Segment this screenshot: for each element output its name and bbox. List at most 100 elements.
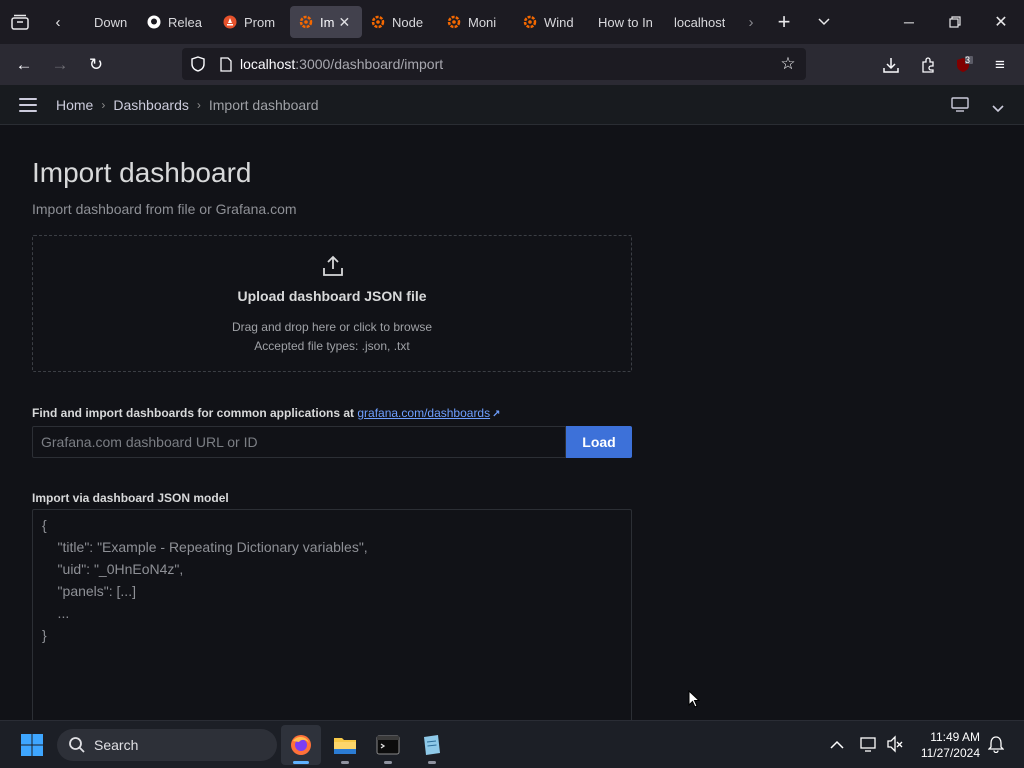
tab-list-icon[interactable] [0, 0, 40, 44]
running-indicator [384, 761, 392, 764]
grafana-icon [298, 14, 314, 30]
app-menu-icon[interactable]: ≡ [982, 49, 1018, 81]
page-title: Import dashboard [32, 157, 252, 188]
restore-icon[interactable] [932, 0, 978, 44]
windows-taskbar: Search 11:49 AM 11/27/2024 [0, 720, 1024, 768]
forward-icon[interactable]: → [42, 49, 78, 81]
grafana-icon [522, 14, 538, 30]
browser-tab[interactable]: Relea [138, 6, 214, 38]
grafana-dashboards-link[interactable]: grafana.com/dashboards [357, 406, 490, 420]
taskbar-search[interactable]: Search [57, 729, 277, 761]
json-model-textarea[interactable]: { "title": "Example - Repeating Dictiona… [32, 509, 632, 720]
page-subtitle: Import dashboard from file or Grafana.co… [32, 201, 297, 217]
chevron-down-icon[interactable] [992, 100, 1004, 118]
bookmark-star-icon[interactable]: ☆ [774, 54, 802, 74]
external-link-icon: ↗ [492, 409, 501, 420]
network-icon[interactable] [860, 735, 878, 758]
search-icon [69, 737, 85, 753]
import-dashboard-page: Import dashboard Import dashboard from f… [0, 125, 1024, 720]
browser-tab[interactable]: Im ✕ [290, 6, 362, 38]
running-indicator [428, 761, 436, 764]
breadcrumb-dashboards[interactable]: Dashboards [113, 97, 189, 113]
grafana-icon [370, 14, 386, 30]
find-dashboards-label: Find and import dashboards for common ap… [32, 406, 501, 420]
browser-tab[interactable]: Moni [438, 6, 514, 38]
load-button[interactable]: Load [566, 426, 632, 458]
notepad-taskbar-icon[interactable] [412, 725, 452, 765]
url-host: localhost [240, 56, 296, 72]
notifications-bell-icon[interactable] [987, 735, 1005, 758]
json-line: "title": "Example - Repeating Dictionary… [42, 539, 368, 555]
breadcrumb: Home › Dashboards › Import dashboard [56, 97, 319, 113]
browser-tab-title: localhost [674, 14, 726, 30]
back-icon[interactable]: ← [6, 49, 42, 81]
terminal-taskbar-icon[interactable] [368, 725, 408, 765]
reload-icon[interactable]: ↻ [78, 49, 114, 81]
browser-nav-bar: ← → ↻ localhost:3000/dashboard/import ☆ … [0, 44, 1024, 85]
volume-muted-icon[interactable] [886, 735, 904, 758]
close-window-icon[interactable]: ✕ [978, 0, 1024, 44]
download-icon [84, 14, 88, 30]
breadcrumb-separator-icon: › [196, 97, 201, 112]
browser-tab[interactable]: Node [362, 6, 438, 38]
close-tab-icon[interactable]: ✕ [338, 14, 350, 31]
json-line: "uid": "_0HnEoN4z", [42, 561, 184, 577]
browser-tab-title: Down [94, 14, 128, 30]
browser-tab-strip: ‹ Down Relea Prom Im ✕ Node Moni Wind How to In l… [0, 0, 1024, 44]
browser-tab[interactable]: localhost [666, 6, 738, 38]
browser-tab-title: Prom [244, 14, 276, 30]
page-info-icon[interactable] [212, 56, 240, 72]
downloads-icon[interactable] [873, 49, 909, 81]
address-bar[interactable]: localhost:3000/dashboard/import ☆ [182, 48, 806, 80]
firefox-taskbar-icon[interactable] [281, 725, 321, 765]
extensions-icon[interactable] [910, 49, 946, 81]
github-icon [146, 14, 162, 30]
extension-badge: 3 [965, 54, 971, 65]
ublock-extension-icon[interactable]: 3 [946, 49, 982, 81]
scroll-tabs-left-icon[interactable]: ‹ [40, 0, 76, 44]
minimize-icon[interactable]: ─ [886, 0, 932, 44]
windows-start-icon[interactable] [12, 725, 52, 765]
clock-date: 11/27/2024 [920, 746, 980, 760]
prometheus-icon [222, 14, 238, 30]
find-dashboards-text: Find and import dashboards for common ap… [32, 406, 358, 420]
grafana-url-input[interactable] [32, 426, 566, 458]
tv-mode-icon[interactable] [951, 97, 969, 118]
url-path: :3000/dashboard/import [295, 56, 444, 72]
show-hidden-icons-icon[interactable] [830, 737, 844, 755]
browser-tab[interactable]: Wind [514, 6, 590, 38]
browser-tab-title: How to In [598, 14, 653, 30]
grafana-icon [446, 14, 462, 30]
active-indicator [293, 761, 309, 764]
browser-tab[interactable]: How to In [590, 6, 666, 38]
mouse-cursor-icon [688, 690, 700, 708]
json-line: } [42, 627, 47, 643]
taskbar-clock[interactable]: 11:49 AM 11/27/2024 [921, 729, 980, 761]
breadcrumb-home[interactable]: Home [56, 97, 93, 113]
new-tab-icon[interactable]: + [764, 0, 804, 44]
scroll-tabs-right-icon[interactable]: › [738, 0, 764, 44]
file-explorer-taskbar-icon[interactable] [325, 725, 365, 765]
upload-hint: Drag and drop here or click to browse [231, 320, 433, 334]
browser-tab-title: Moni [468, 14, 497, 30]
upload-dropzone[interactable]: Upload dashboard JSON file Drag and drop… [32, 235, 632, 372]
browser-tab[interactable]: Prom [214, 6, 290, 38]
shield-icon[interactable] [184, 56, 212, 72]
browser-tab-title: Node [392, 14, 424, 30]
upload-accepted-types: Accepted file types: .json, .txt [254, 339, 410, 353]
grafana-top-bar: Home › Dashboards › Import dashboard [0, 85, 1024, 125]
json-line: "panels": [...] [42, 583, 136, 599]
browser-tab[interactable]: Down [76, 6, 138, 38]
breadcrumb-separator-icon: › [101, 97, 106, 112]
upload-icon [321, 254, 345, 278]
browser-tab-title: Im [320, 14, 335, 30]
json-model-label: Import via dashboard JSON model [32, 491, 229, 505]
clock-time: 11:49 AM [930, 730, 980, 744]
browser-tab-title: Relea [168, 14, 202, 30]
menu-icon[interactable] [19, 97, 37, 112]
upload-title: Upload dashboard JSON file [237, 288, 427, 304]
json-line: { [42, 517, 47, 533]
browser-tab-title: Wind [544, 14, 574, 30]
json-line: ... [42, 605, 70, 621]
list-all-tabs-icon[interactable] [804, 0, 844, 44]
